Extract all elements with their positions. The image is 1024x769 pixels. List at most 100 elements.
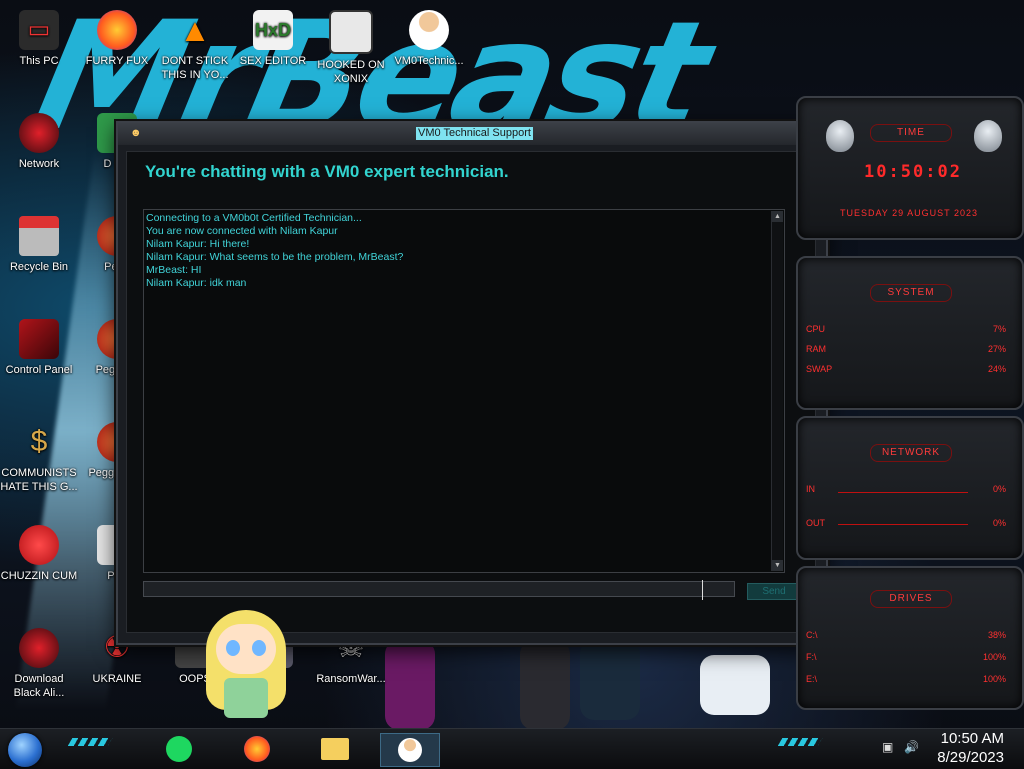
chat-message: MrBeast: HI bbox=[146, 264, 202, 276]
wallpaper-figure-leg bbox=[385, 640, 435, 730]
chat-log[interactable]: Connecting to a VM0b0t Certified Technic… bbox=[143, 209, 785, 573]
chat-message: Connecting to a VM0b0t Certified Technic… bbox=[146, 212, 362, 224]
cartoon-character-overlay bbox=[196, 600, 296, 724]
stat-value: 100% bbox=[982, 674, 1006, 684]
scroll-down-icon[interactable]: ▼ bbox=[772, 560, 783, 571]
icon-label: Download Black Ali... bbox=[13, 673, 65, 699]
stat-row-in: IN 0% bbox=[806, 484, 1006, 494]
widget-title: TIME bbox=[870, 124, 952, 142]
scroll-up-icon[interactable]: ▲ bbox=[772, 211, 783, 222]
desktop-icon-recycle-bin[interactable]: Recycle Bin bbox=[0, 216, 78, 274]
wallpaper-figure-leg bbox=[580, 640, 640, 720]
clock-date: TUESDAY 29 AUGUST 2023 bbox=[839, 208, 979, 218]
chat-message-input[interactable] bbox=[143, 581, 735, 597]
stat-row-drive: C:\ 38% bbox=[806, 630, 1006, 640]
taskbar-item-spotify[interactable] bbox=[162, 733, 196, 765]
stat-value: 100% bbox=[982, 652, 1006, 662]
network-status-icon[interactable]: ▣ bbox=[882, 740, 893, 754]
network-widget: NETWORK IN 0% OUT 0% bbox=[796, 416, 1024, 560]
send-button[interactable]: Send bbox=[747, 583, 801, 600]
desktop-icon-communists[interactable]: $ COMMUNISTS HATE THIS G... bbox=[0, 422, 78, 494]
hex-editor-icon: HxD bbox=[253, 10, 293, 50]
desktop-icon-download-black-alien[interactable]: Download Black Ali... bbox=[0, 628, 78, 700]
wallpaper-figure-leg bbox=[700, 655, 770, 715]
taskbar-item-vm0-technical-support[interactable] bbox=[380, 733, 440, 767]
icon-label: VM0Technic... bbox=[394, 55, 464, 67]
chat-message: Nilam Kapur: idk man bbox=[146, 277, 247, 289]
taskbar-decoration bbox=[777, 738, 823, 746]
desktop-icon-furry-fux[interactable]: FURRY FUX bbox=[78, 10, 156, 68]
drives-widget: DRIVES C:\ 38% F:\ 100% E:\ 100% bbox=[796, 566, 1024, 710]
computer-icon: ▭ bbox=[19, 10, 59, 50]
stat-value: 24% bbox=[987, 364, 1006, 374]
character-eye bbox=[252, 640, 266, 656]
xonix-game-icon bbox=[329, 10, 373, 54]
system-tray: ▣ 🔊 10:50 AM 8/29/2023 bbox=[874, 729, 1024, 769]
desktop-icon-network[interactable]: Network bbox=[0, 113, 78, 171]
taskbar-date: 8/29/2023 bbox=[937, 749, 1004, 766]
desktop-icon-sex-editor[interactable]: HxD SEX EDITOR bbox=[234, 10, 312, 68]
icon-label: SEX EDITOR bbox=[239, 55, 307, 67]
desktop-icon-vm0-technician[interactable]: VM0Technic... bbox=[390, 10, 468, 68]
desktop-icon-hooked-on-xonix[interactable]: HOOKED ON XONIX bbox=[312, 10, 390, 86]
taskbar-clock[interactable]: 10:50 AM 8/29/2023 bbox=[937, 729, 1004, 767]
stat-label: IN bbox=[806, 484, 815, 494]
stat-value: 38% bbox=[987, 630, 1006, 640]
icon-label: Control Panel bbox=[5, 364, 73, 376]
window-titlebar[interactable]: ☻ VM0 Technical Support bbox=[118, 123, 826, 145]
taskbar-item-firefox[interactable] bbox=[240, 733, 274, 765]
chat-window[interactable]: ☻ VM0 Technical Support You're chatting … bbox=[116, 121, 828, 645]
icon-label: COMMUNISTS HATE THIS G... bbox=[0, 467, 78, 493]
firefox-icon bbox=[244, 736, 270, 762]
chuzzle-icon bbox=[19, 525, 59, 565]
alien-head-icon bbox=[974, 120, 1002, 152]
icon-label: UKRAINE bbox=[92, 673, 142, 685]
chat-message: You are now connected with Nilam Kapur bbox=[146, 225, 338, 237]
widget-title: DRIVES bbox=[870, 590, 952, 608]
character-eye bbox=[226, 640, 240, 656]
stat-label: SWAP bbox=[806, 364, 833, 374]
icon-label: FURRY FUX bbox=[85, 55, 149, 67]
stat-row-drive: F:\ 100% bbox=[806, 652, 1006, 662]
taskbar-item-file-explorer[interactable] bbox=[318, 733, 352, 765]
firefox-icon bbox=[97, 10, 137, 50]
chat-panel: You're chatting with a VM0 expert techni… bbox=[126, 151, 816, 633]
desktop-icon-dont-stick[interactable]: ▲ DONT STICK THIS IN YO... bbox=[156, 10, 234, 82]
start-button[interactable] bbox=[8, 733, 42, 767]
chat-heading: You're chatting with a VM0 expert techni… bbox=[145, 162, 509, 181]
stat-value: 7% bbox=[992, 324, 1006, 334]
stat-row-cpu: CPU 7% bbox=[806, 324, 1006, 334]
widget-title: NETWORK bbox=[870, 444, 952, 462]
icon-label: CHUZZIN CUM bbox=[0, 570, 78, 582]
icon-label: HOOKED ON XONIX bbox=[317, 59, 385, 85]
stat-row-drive: E:\ 100% bbox=[806, 674, 1006, 684]
spotify-icon bbox=[166, 736, 192, 762]
alien-head-icon bbox=[19, 113, 59, 153]
control-panel-icon bbox=[19, 319, 59, 359]
recycle-bin-icon bbox=[19, 216, 59, 256]
window-title: VM0 Technical Support bbox=[416, 127, 533, 140]
money-bag-icon: $ bbox=[30, 425, 48, 458]
stat-label: F:\ bbox=[806, 652, 817, 662]
folder-icon bbox=[321, 738, 349, 760]
technician-icon bbox=[398, 738, 422, 762]
widget-title: SYSTEM bbox=[870, 284, 952, 302]
chat-scrollbar[interactable]: ▲ ▼ bbox=[771, 211, 783, 571]
stat-value: 0% bbox=[992, 484, 1006, 494]
desktop-icon-chuzzin-cum[interactable]: CHUZZIN CUM bbox=[0, 525, 78, 583]
taskbar-decoration bbox=[67, 738, 113, 746]
desktop-icon-control-panel[interactable]: Control Panel bbox=[0, 319, 78, 377]
stat-value: 0% bbox=[992, 518, 1006, 528]
stat-label: C:\ bbox=[806, 630, 818, 640]
volume-icon[interactable]: 🔊 bbox=[904, 740, 919, 754]
system-widget: SYSTEM CPU 7% RAM 27% SWAP 24% bbox=[796, 256, 1024, 410]
stat-value: 27% bbox=[987, 344, 1006, 354]
character-dress bbox=[224, 678, 268, 718]
technician-icon bbox=[409, 10, 449, 50]
taskbar-time: 10:50 AM bbox=[940, 730, 1004, 747]
vlc-cone-icon: ▲ bbox=[179, 12, 211, 48]
chat-message: Nilam Kapur: What seems to be the proble… bbox=[146, 251, 404, 263]
desktop-icon-this-pc[interactable]: ▭ This PC bbox=[0, 10, 78, 68]
wallpaper-figure-leg bbox=[520, 640, 570, 730]
stat-label: CPU bbox=[806, 324, 826, 334]
